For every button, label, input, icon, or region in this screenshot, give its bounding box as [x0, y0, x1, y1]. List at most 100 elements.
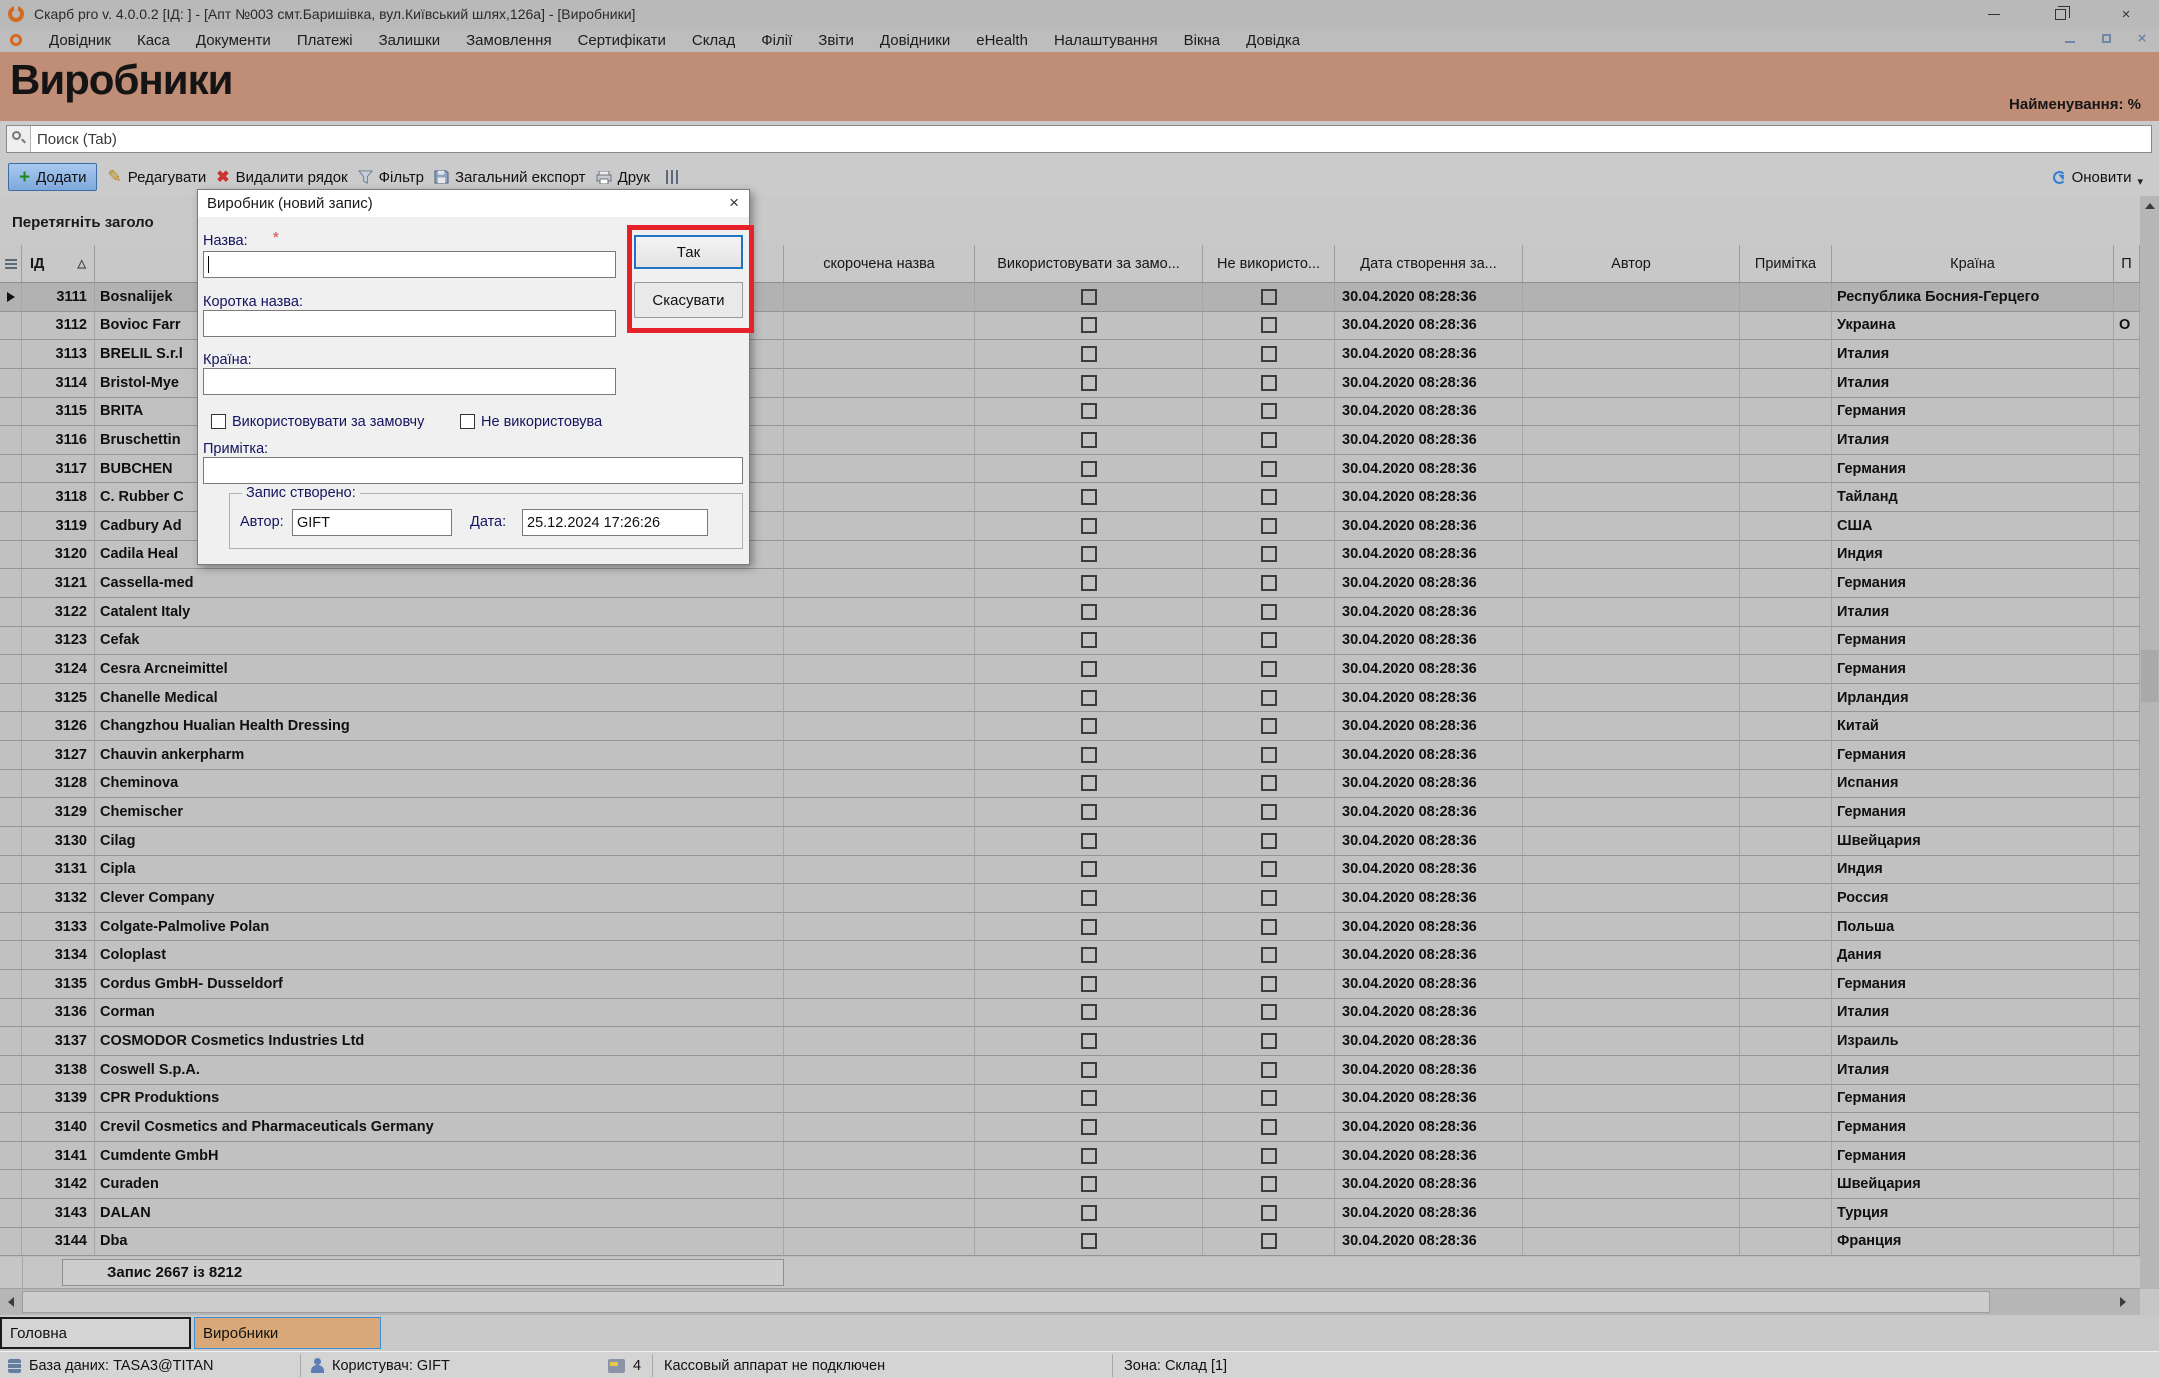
tab-home[interactable]: Головна — [0, 1317, 191, 1349]
cell-created-date[interactable]: 30.04.2020 08:28:36 — [1335, 1085, 1523, 1114]
cell-not-used[interactable] — [1203, 856, 1335, 885]
cell-p[interactable] — [2114, 426, 2140, 455]
header-row-selector[interactable] — [0, 245, 22, 283]
cell-author[interactable] — [1523, 455, 1740, 484]
table-row[interactable]: 3143DALAN30.04.2020 08:28:36Турция — [0, 1199, 2140, 1228]
use-default-checkbox[interactable] — [1081, 632, 1097, 648]
cell-short-name[interactable] — [784, 827, 975, 856]
row-selector-cell[interactable] — [0, 1113, 22, 1142]
row-selector-cell[interactable] — [0, 1056, 22, 1085]
cell-use-default[interactable] — [975, 598, 1203, 627]
horizontal-scrollbar[interactable] — [0, 1289, 2140, 1315]
cell-use-default[interactable] — [975, 884, 1203, 913]
cell-short-name[interactable] — [784, 483, 975, 512]
cell-p[interactable] — [2114, 512, 2140, 541]
cell-note[interactable] — [1740, 1027, 1832, 1056]
cell-not-used[interactable] — [1203, 1113, 1335, 1142]
cell-short-name[interactable] — [784, 884, 975, 913]
table-row[interactable]: 3133Colgate-Palmolive Polan30.04.2020 08… — [0, 913, 2140, 942]
cell-created-date[interactable]: 30.04.2020 08:28:36 — [1335, 1027, 1523, 1056]
cell-author[interactable] — [1523, 483, 1740, 512]
cell-name[interactable]: Crevil Cosmetics and Pharmaceuticals Ger… — [95, 1113, 784, 1142]
mdi-minimize-button[interactable] — [2059, 30, 2081, 47]
cell-author[interactable] — [1523, 827, 1740, 856]
cell-not-used[interactable] — [1203, 569, 1335, 598]
cell-country[interactable]: Италия — [1832, 598, 2114, 627]
use-default-checkbox[interactable] — [1081, 1090, 1097, 1106]
cell-p[interactable] — [2114, 398, 2140, 427]
use-default-checkbox[interactable] — [1081, 289, 1097, 305]
use-default-checkbox[interactable] — [1081, 890, 1097, 906]
row-selector-cell[interactable] — [0, 312, 22, 341]
cell-country[interactable]: Италия — [1832, 340, 2114, 369]
cell-country[interactable]: Польша — [1832, 913, 2114, 942]
cell-short-name[interactable] — [784, 598, 975, 627]
cell-author[interactable] — [1523, 1085, 1740, 1114]
date-field[interactable]: 25.12.2024 17:26:26 — [522, 509, 708, 536]
cell-id[interactable]: 3144 — [22, 1228, 95, 1257]
add-button[interactable]: + Додати — [8, 163, 97, 191]
row-selector-cell[interactable] — [0, 798, 22, 827]
cell-note[interactable] — [1740, 1170, 1832, 1199]
cell-p[interactable] — [2114, 483, 2140, 512]
menu-item-Налаштування[interactable]: Налаштування — [1041, 32, 1171, 49]
cell-created-date[interactable]: 30.04.2020 08:28:36 — [1335, 1170, 1523, 1199]
columns-icon[interactable] — [666, 170, 680, 184]
cell-created-date[interactable]: 30.04.2020 08:28:36 — [1335, 340, 1523, 369]
cell-note[interactable] — [1740, 684, 1832, 713]
cell-p[interactable] — [2114, 741, 2140, 770]
cell-created-date[interactable]: 30.04.2020 08:28:36 — [1335, 827, 1523, 856]
column-header-note[interactable]: Примітка — [1740, 245, 1832, 283]
cell-created-date[interactable]: 30.04.2020 08:28:36 — [1335, 1056, 1523, 1085]
cell-short-name[interactable] — [784, 512, 975, 541]
column-header-not-used[interactable]: Не використо... — [1203, 245, 1335, 283]
table-row[interactable]: 3137COSMODOR Cosmetics Industries Ltd30.… — [0, 1027, 2140, 1056]
cell-country[interactable]: Германия — [1832, 627, 2114, 656]
search-icon[interactable] — [7, 126, 31, 152]
cell-id[interactable]: 3111 — [22, 283, 95, 312]
cell-p[interactable] — [2114, 684, 2140, 713]
row-selector-cell[interactable] — [0, 398, 22, 427]
cell-created-date[interactable]: 30.04.2020 08:28:36 — [1335, 627, 1523, 656]
cell-id[interactable]: 3114 — [22, 369, 95, 398]
cell-not-used[interactable] — [1203, 941, 1335, 970]
cell-p[interactable] — [2114, 1199, 2140, 1228]
cell-use-default[interactable] — [975, 741, 1203, 770]
scroll-left-icon[interactable] — [0, 1289, 22, 1315]
cell-short-name[interactable] — [784, 1027, 975, 1056]
cell-short-name[interactable] — [784, 712, 975, 741]
cell-p[interactable] — [2114, 541, 2140, 570]
cell-name[interactable]: COSMODOR Cosmetics Industries Ltd — [95, 1027, 784, 1056]
cell-note[interactable] — [1740, 1113, 1832, 1142]
delete-row-button[interactable]: ✖ Видалити рядок — [216, 167, 347, 187]
cell-not-used[interactable] — [1203, 770, 1335, 799]
cell-id[interactable]: 3140 — [22, 1113, 95, 1142]
vertical-scroll-thumb[interactable] — [2141, 650, 2158, 702]
cell-short-name[interactable] — [784, 340, 975, 369]
cell-use-default[interactable] — [975, 426, 1203, 455]
cell-name[interactable]: Coswell S.p.A. — [95, 1056, 784, 1085]
cell-name[interactable]: DALAN — [95, 1199, 784, 1228]
not-used-checkbox[interactable] — [1261, 919, 1277, 935]
cell-not-used[interactable] — [1203, 1085, 1335, 1114]
row-selector-cell[interactable] — [0, 455, 22, 484]
use-default-checkbox[interactable] — [1081, 690, 1097, 706]
menu-item-Склад[interactable]: Склад — [679, 32, 748, 49]
row-selector-cell[interactable] — [0, 913, 22, 942]
use-default-checkbox[interactable] — [1081, 432, 1097, 448]
mdi-restore-button[interactable] — [2095, 30, 2117, 47]
menu-item-Сертифікати[interactable]: Сертифікати — [565, 32, 679, 49]
cell-not-used[interactable] — [1203, 1142, 1335, 1171]
row-selector-cell[interactable] — [0, 999, 22, 1028]
cell-not-used[interactable] — [1203, 712, 1335, 741]
use-default-checkbox[interactable] — [211, 414, 226, 429]
cell-p[interactable] — [2114, 798, 2140, 827]
scroll-right-icon[interactable] — [2112, 1289, 2134, 1315]
row-selector-cell[interactable] — [0, 1170, 22, 1199]
cell-short-name[interactable] — [784, 741, 975, 770]
not-used-checkbox[interactable] — [1261, 1176, 1277, 1192]
cell-not-used[interactable] — [1203, 827, 1335, 856]
tab-manufacturers[interactable]: Виробники — [194, 1317, 381, 1349]
cell-p[interactable] — [2114, 1228, 2140, 1257]
not-used-checkbox[interactable] — [1261, 461, 1277, 477]
